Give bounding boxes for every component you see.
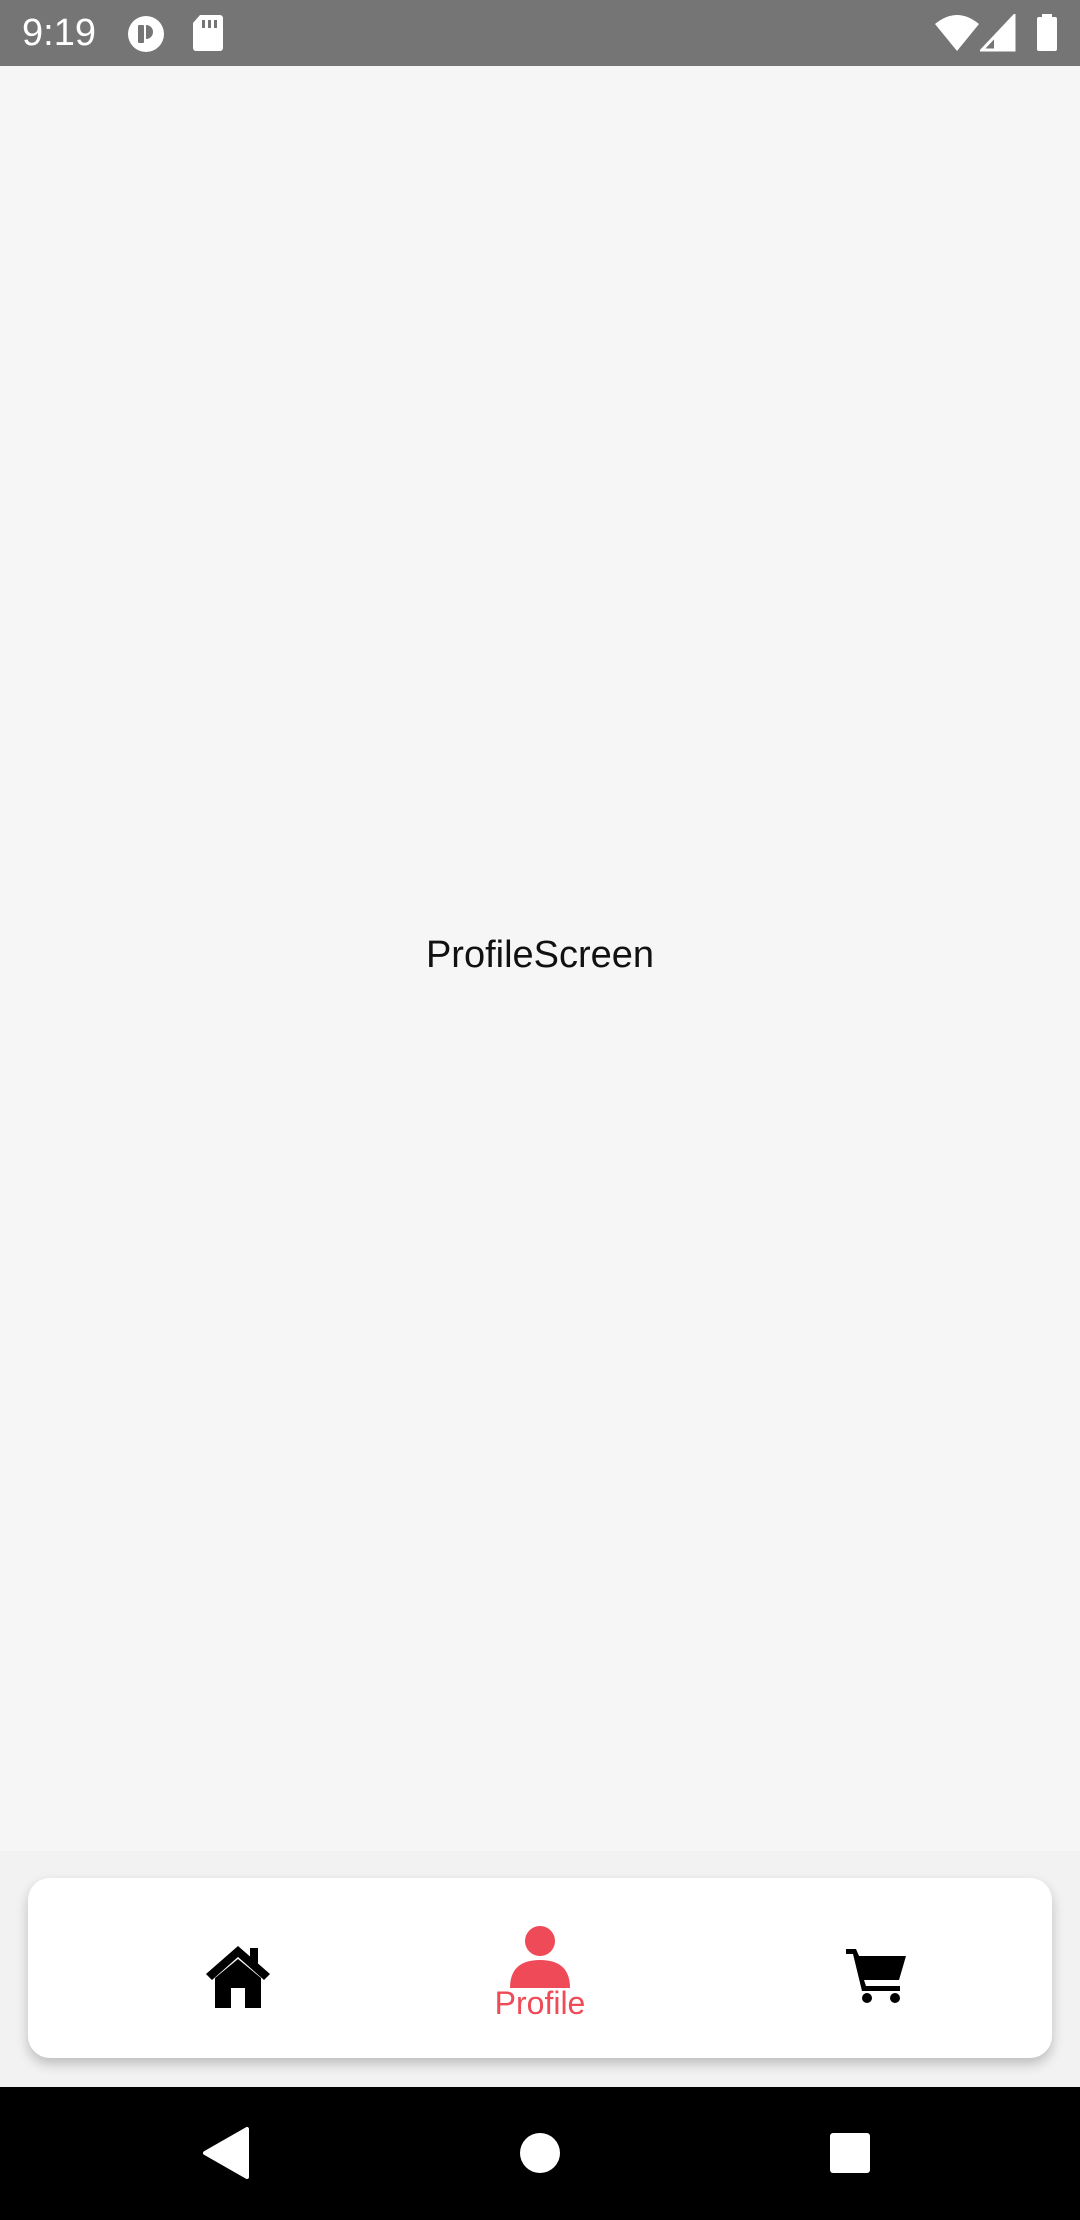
bottom-tab-bar: Profile — [28, 1878, 1052, 2058]
battery-icon — [1037, 14, 1057, 51]
status-bar: 9:19 — [0, 0, 1080, 66]
tab-cart[interactable] — [774, 1878, 974, 2058]
recents-icon — [830, 2133, 870, 2173]
screen-title: ProfileScreen — [425, 934, 655, 976]
app-notification-icon — [128, 16, 164, 52]
person-icon — [510, 1926, 570, 1988]
home-icon — [206, 1946, 270, 2008]
tab-profile-label: Profile — [494, 1985, 586, 2021]
home-circle-icon — [520, 2133, 560, 2173]
nav-recents-button[interactable] — [790, 2087, 910, 2220]
cellular-signal-icon — [980, 14, 1016, 52]
shopping-cart-icon — [846, 1949, 906, 2003]
nav-back-button[interactable] — [167, 2087, 287, 2220]
app-screen: 9:19 ProfileScreen Profile — [0, 0, 1080, 2220]
nav-home-button[interactable] — [480, 2087, 600, 2220]
wifi-icon — [935, 15, 979, 51]
status-time: 9:19 — [22, 12, 96, 54]
back-icon — [203, 2127, 249, 2179]
profile-screen-content: ProfileScreen — [0, 66, 1080, 1851]
sd-card-icon — [193, 15, 223, 51]
system-nav-bar — [0, 2087, 1080, 2220]
tab-profile[interactable]: Profile — [440, 1878, 640, 2058]
tab-bar-area: Profile — [0, 1851, 1080, 2087]
tab-home[interactable] — [142, 1878, 342, 2058]
